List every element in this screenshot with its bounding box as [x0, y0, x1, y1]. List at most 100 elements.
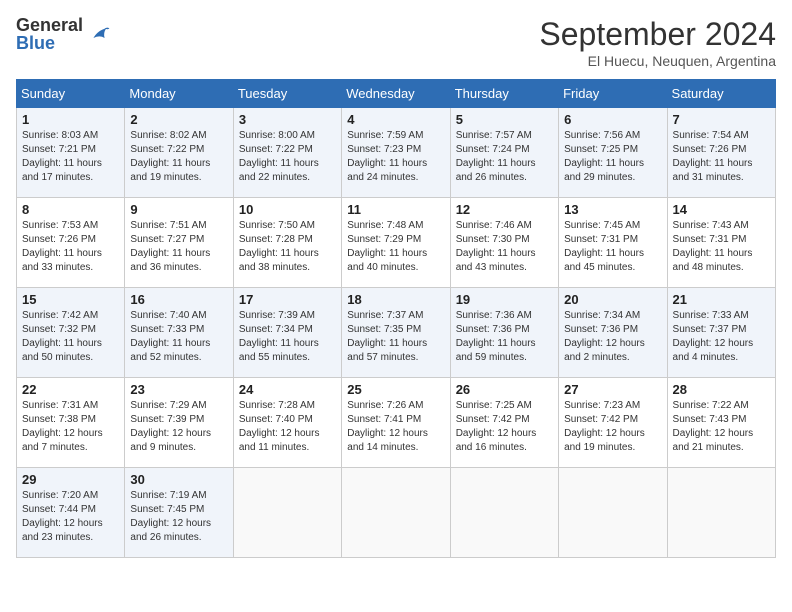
day-cell [450, 468, 558, 558]
day-info: Sunrise: 7:34 AM Sunset: 7:36 PM Dayligh… [564, 309, 661, 365]
day-info: Sunrise: 7:54 AM Sunset: 7:26 PM Dayligh… [673, 129, 770, 185]
day-number: 30 [130, 472, 227, 487]
day-info: Sunrise: 7:51 AM Sunset: 7:27 PM Dayligh… [130, 219, 227, 275]
day-info: Sunrise: 7:45 AM Sunset: 7:31 PM Dayligh… [564, 219, 661, 275]
day-info: Sunrise: 7:43 AM Sunset: 7:31 PM Dayligh… [673, 219, 770, 275]
logo-blue: Blue [16, 34, 83, 52]
day-number: 11 [347, 202, 444, 217]
day-cell: 7Sunrise: 7:54 AM Sunset: 7:26 PM Daylig… [667, 108, 775, 198]
day-cell: 16 Sunrise: 7:40 AM Sunset: 7:33 PM Dayli… [125, 288, 233, 378]
day-number: 21 [673, 292, 770, 307]
day-info: Sunrise: 7:48 AM Sunset: 7:29 PM Dayligh… [347, 219, 444, 275]
day-info: Sunrise: 7:20 AM Sunset: 7:44 PM Dayligh… [22, 489, 119, 545]
day-number: 26 [456, 382, 553, 397]
week-row-5: 29 Sunrise: 7:20 AM Sunset: 7:44 PM Dayli… [17, 468, 776, 558]
logo-general: General [16, 16, 83, 34]
day-info: Sunrise: 7:50 AM Sunset: 7:28 PM Dayligh… [239, 219, 336, 275]
day-info: Sunrise: 7:25 AM Sunset: 7:42 PM Dayligh… [456, 399, 553, 455]
day-cell: 10 Sunrise: 7:50 AM Sunset: 7:28 PM Dayli… [233, 198, 341, 288]
day-info: Sunrise: 7:36 AM Sunset: 7:36 PM Dayligh… [456, 309, 553, 365]
day-number: 15 [22, 292, 119, 307]
week-row-3: 15 Sunrise: 7:42 AM Sunset: 7:32 PM Dayli… [17, 288, 776, 378]
day-cell: 11 Sunrise: 7:48 AM Sunset: 7:29 PM Dayli… [342, 198, 450, 288]
day-cell: 20 Sunrise: 7:34 AM Sunset: 7:36 PM Dayli… [559, 288, 667, 378]
day-cell: 23 Sunrise: 7:29 AM Sunset: 7:39 PM Dayli… [125, 378, 233, 468]
day-number: 29 [22, 472, 119, 487]
day-cell: 18 Sunrise: 7:37 AM Sunset: 7:35 PM Dayli… [342, 288, 450, 378]
day-cell: 15 Sunrise: 7:42 AM Sunset: 7:32 PM Dayli… [17, 288, 125, 378]
day-number: 24 [239, 382, 336, 397]
col-header-sunday: Sunday [17, 80, 125, 108]
header: General Blue September 2024 El Huecu, Ne… [16, 16, 776, 69]
day-cell: 19 Sunrise: 7:36 AM Sunset: 7:36 PM Dayli… [450, 288, 558, 378]
col-header-friday: Friday [559, 80, 667, 108]
day-number: 16 [130, 292, 227, 307]
day-cell: 24 Sunrise: 7:28 AM Sunset: 7:40 PM Dayli… [233, 378, 341, 468]
day-info: Sunrise: 7:40 AM Sunset: 7:33 PM Dayligh… [130, 309, 227, 365]
day-number: 5 [456, 112, 553, 127]
day-number: 3 [239, 112, 336, 127]
day-cell: 26 Sunrise: 7:25 AM Sunset: 7:42 PM Dayli… [450, 378, 558, 468]
day-cell: 29 Sunrise: 7:20 AM Sunset: 7:44 PM Dayli… [17, 468, 125, 558]
col-header-saturday: Saturday [667, 80, 775, 108]
day-number: 28 [673, 382, 770, 397]
day-info: Sunrise: 8:03 AM Sunset: 7:21 PM Dayligh… [22, 129, 119, 185]
day-info: Sunrise: 7:59 AM Sunset: 7:23 PM Dayligh… [347, 129, 444, 185]
day-info: Sunrise: 7:29 AM Sunset: 7:39 PM Dayligh… [130, 399, 227, 455]
day-info: Sunrise: 8:00 AM Sunset: 7:22 PM Dayligh… [239, 129, 336, 185]
day-cell: 1 Sunrise: 8:03 AM Sunset: 7:21 PM Daylig… [17, 108, 125, 198]
day-number: 23 [130, 382, 227, 397]
day-info: Sunrise: 7:33 AM Sunset: 7:37 PM Dayligh… [673, 309, 770, 365]
day-cell [233, 468, 341, 558]
col-header-thursday: Thursday [450, 80, 558, 108]
day-cell: 13 Sunrise: 7:45 AM Sunset: 7:31 PM Dayli… [559, 198, 667, 288]
day-cell: 6 Sunrise: 7:56 AM Sunset: 7:25 PM Daylig… [559, 108, 667, 198]
col-header-tuesday: Tuesday [233, 80, 341, 108]
day-cell: 22Sunrise: 7:31 AM Sunset: 7:38 PM Dayli… [17, 378, 125, 468]
day-info: Sunrise: 7:23 AM Sunset: 7:42 PM Dayligh… [564, 399, 661, 455]
day-number: 6 [564, 112, 661, 127]
day-number: 19 [456, 292, 553, 307]
day-info: Sunrise: 7:56 AM Sunset: 7:25 PM Dayligh… [564, 129, 661, 185]
day-number: 18 [347, 292, 444, 307]
day-cell: 8Sunrise: 7:53 AM Sunset: 7:26 PM Daylig… [17, 198, 125, 288]
day-info: Sunrise: 8:02 AM Sunset: 7:22 PM Dayligh… [130, 129, 227, 185]
day-number: 2 [130, 112, 227, 127]
day-info: Sunrise: 7:37 AM Sunset: 7:35 PM Dayligh… [347, 309, 444, 365]
day-info: Sunrise: 7:46 AM Sunset: 7:30 PM Dayligh… [456, 219, 553, 275]
col-header-monday: Monday [125, 80, 233, 108]
day-info: Sunrise: 7:22 AM Sunset: 7:43 PM Dayligh… [673, 399, 770, 455]
logo-bird-icon [87, 22, 111, 46]
day-info: Sunrise: 7:53 AM Sunset: 7:26 PM Dayligh… [22, 219, 119, 275]
day-number: 4 [347, 112, 444, 127]
day-cell: 30 Sunrise: 7:19 AM Sunset: 7:45 PM Dayli… [125, 468, 233, 558]
day-info: Sunrise: 7:39 AM Sunset: 7:34 PM Dayligh… [239, 309, 336, 365]
day-number: 20 [564, 292, 661, 307]
day-info: Sunrise: 7:26 AM Sunset: 7:41 PM Dayligh… [347, 399, 444, 455]
day-info: Sunrise: 7:19 AM Sunset: 7:45 PM Dayligh… [130, 489, 227, 545]
day-info: Sunrise: 7:42 AM Sunset: 7:32 PM Dayligh… [22, 309, 119, 365]
week-row-4: 22Sunrise: 7:31 AM Sunset: 7:38 PM Dayli… [17, 378, 776, 468]
day-cell: 14 Sunrise: 7:43 AM Sunset: 7:31 PM Dayli… [667, 198, 775, 288]
day-cell: 28 Sunrise: 7:22 AM Sunset: 7:43 PM Dayli… [667, 378, 775, 468]
day-cell: 2 Sunrise: 8:02 AM Sunset: 7:22 PM Daylig… [125, 108, 233, 198]
day-cell: 21 Sunrise: 7:33 AM Sunset: 7:37 PM Dayli… [667, 288, 775, 378]
day-info: Sunrise: 7:31 AM Sunset: 7:38 PM Dayligh… [22, 399, 119, 455]
week-row-2: 8Sunrise: 7:53 AM Sunset: 7:26 PM Daylig… [17, 198, 776, 288]
day-cell: 17 Sunrise: 7:39 AM Sunset: 7:34 PM Dayli… [233, 288, 341, 378]
day-number: 10 [239, 202, 336, 217]
day-number: 12 [456, 202, 553, 217]
day-number: 17 [239, 292, 336, 307]
day-cell [559, 468, 667, 558]
day-number: 27 [564, 382, 661, 397]
day-number: 14 [673, 202, 770, 217]
month-title: September 2024 [539, 16, 776, 53]
day-number: 1 [22, 112, 119, 127]
day-cell [342, 468, 450, 558]
title-area: September 2024 El Huecu, Neuquen, Argent… [539, 16, 776, 69]
day-info: Sunrise: 7:28 AM Sunset: 7:40 PM Dayligh… [239, 399, 336, 455]
day-cell: 4 Sunrise: 7:59 AM Sunset: 7:23 PM Daylig… [342, 108, 450, 198]
subtitle: El Huecu, Neuquen, Argentina [539, 53, 776, 69]
day-cell: 25Sunrise: 7:26 AM Sunset: 7:41 PM Dayli… [342, 378, 450, 468]
day-number: 13 [564, 202, 661, 217]
